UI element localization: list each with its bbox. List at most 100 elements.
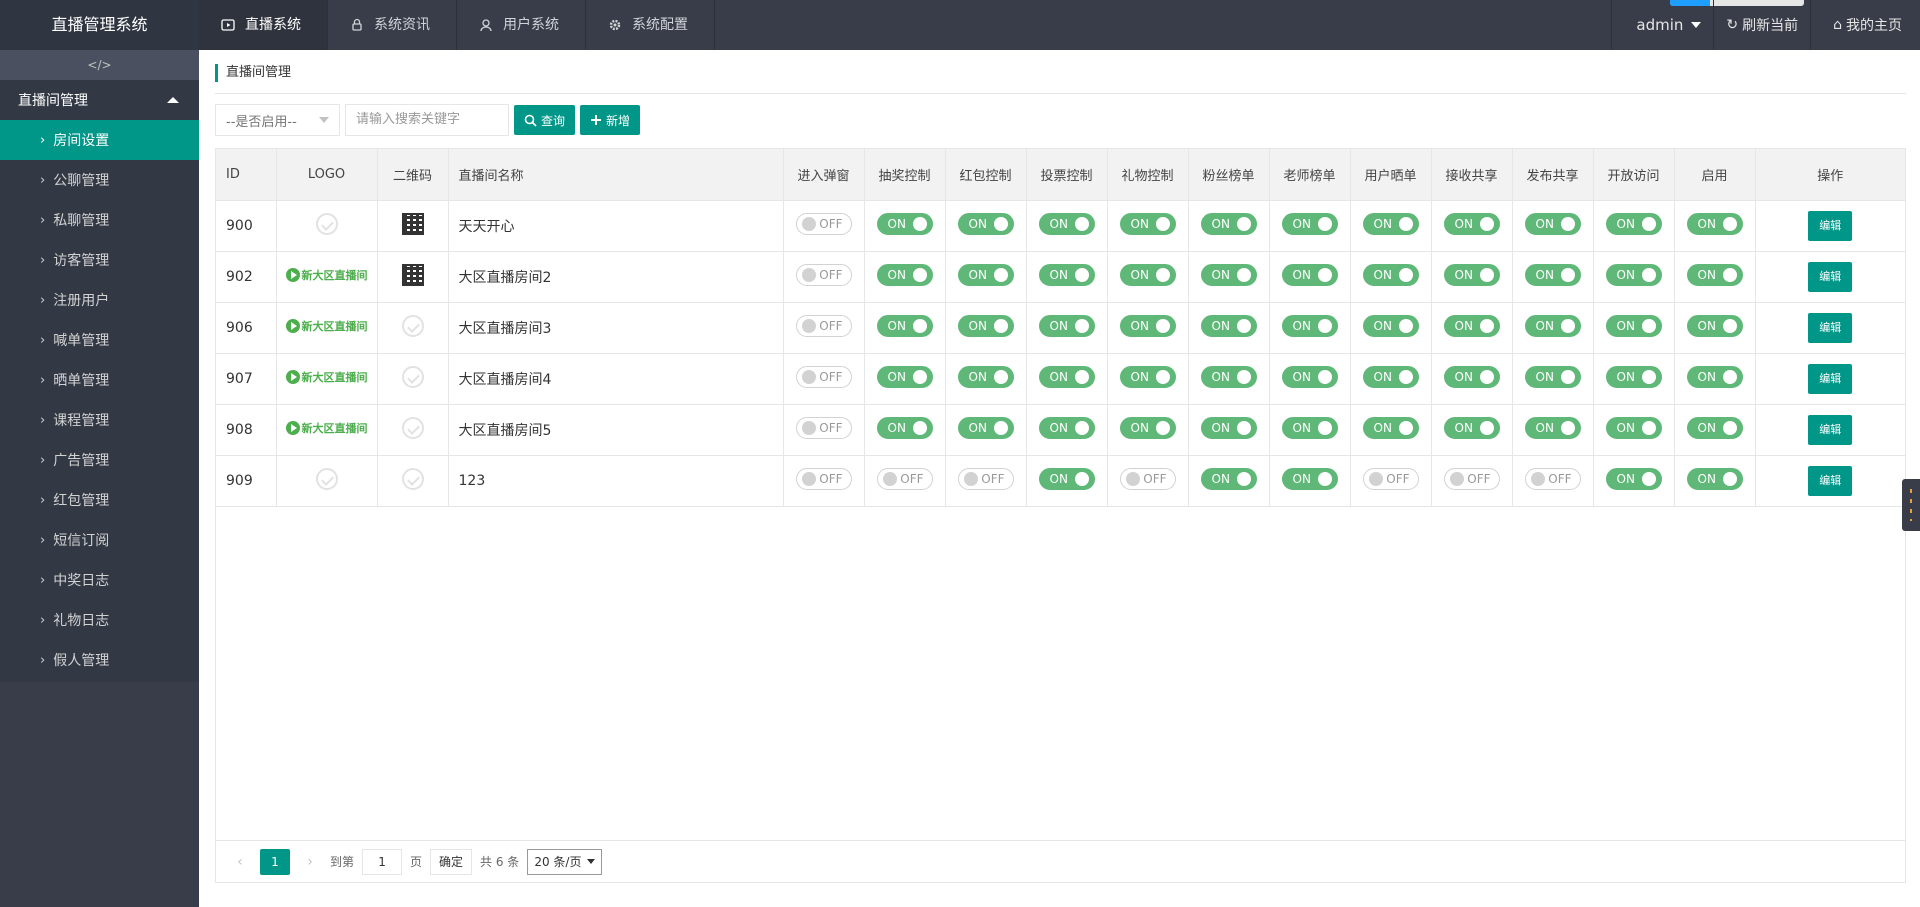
toggle-switch[interactable]: ON bbox=[1281, 212, 1338, 235]
toggle-switch[interactable]: ON bbox=[1281, 365, 1338, 388]
toggle-switch[interactable]: ON bbox=[1686, 365, 1743, 388]
toggle-switch[interactable]: ON bbox=[1038, 365, 1095, 388]
status-select[interactable]: --是否启用-- bbox=[215, 104, 340, 136]
toggle-switch[interactable]: ON bbox=[1038, 314, 1095, 337]
toggle-switch[interactable]: OFF bbox=[795, 416, 852, 439]
edit-button[interactable]: 编辑 bbox=[1808, 363, 1853, 394]
toggle-switch[interactable]: OFF bbox=[1119, 467, 1176, 490]
toggle-switch[interactable]: OFF bbox=[795, 212, 852, 235]
floating-scroll-handle[interactable] bbox=[1902, 479, 1920, 531]
edit-button[interactable]: 编辑 bbox=[1808, 414, 1853, 445]
home-button[interactable]: ⌂ 我的主页 bbox=[1810, 0, 1920, 50]
sidebar-item[interactable]: › 公聊管理 bbox=[0, 160, 199, 200]
toggle-switch[interactable]: ON bbox=[1605, 212, 1662, 235]
sidebar-item[interactable]: › 短信订阅 bbox=[0, 520, 199, 560]
edit-button[interactable]: 编辑 bbox=[1808, 210, 1853, 241]
topnav-live[interactable]: 直播系统 bbox=[199, 0, 328, 50]
toggle-switch[interactable]: ON bbox=[1686, 467, 1743, 490]
toggle-switch[interactable]: ON bbox=[1686, 263, 1743, 286]
sidebar-item[interactable]: › 晒单管理 bbox=[0, 360, 199, 400]
toggle-switch[interactable]: ON bbox=[1362, 416, 1419, 439]
toggle-switch[interactable]: ON bbox=[876, 263, 933, 286]
toggle-switch[interactable]: ON bbox=[1362, 365, 1419, 388]
toggle-switch[interactable]: OFF bbox=[795, 467, 852, 490]
toggle-switch[interactable]: OFF bbox=[795, 314, 852, 337]
edit-button[interactable]: 编辑 bbox=[1808, 465, 1853, 496]
toggle-switch[interactable]: ON bbox=[1524, 212, 1581, 235]
search-input[interactable]: 请输入搜索关键字 bbox=[345, 104, 509, 136]
toggle-switch[interactable]: ON bbox=[1119, 365, 1176, 388]
page-input[interactable]: 1 bbox=[362, 848, 403, 875]
sidebar-item[interactable]: › 私聊管理 bbox=[0, 200, 199, 240]
sidebar-item[interactable]: › 课程管理 bbox=[0, 400, 199, 440]
toggle-switch[interactable]: ON bbox=[1362, 314, 1419, 337]
toggle-switch[interactable]: ON bbox=[1038, 212, 1095, 235]
sidebar-item[interactable]: › 中奖日志 bbox=[0, 560, 199, 600]
toggle-switch[interactable]: ON bbox=[1605, 365, 1662, 388]
toggle-switch[interactable]: ON bbox=[1605, 314, 1662, 337]
user-menu[interactable]: admin bbox=[1611, 0, 1713, 50]
toggle-switch[interactable]: ON bbox=[1443, 212, 1500, 235]
toggle-switch[interactable]: ON bbox=[1524, 314, 1581, 337]
toggle-switch[interactable]: ON bbox=[1119, 416, 1176, 439]
refresh-button[interactable]: ↻ 刷新当前 bbox=[1713, 0, 1810, 50]
toggle-switch[interactable]: OFF bbox=[957, 467, 1014, 490]
toggle-switch[interactable]: ON bbox=[957, 263, 1014, 286]
toggle-switch[interactable]: ON bbox=[876, 365, 933, 388]
confirm-button[interactable]: 确定 bbox=[430, 848, 473, 875]
current-page[interactable]: 1 bbox=[260, 848, 290, 875]
sidebar-item[interactable]: › 房间设置 bbox=[0, 120, 199, 160]
toggle-switch[interactable]: ON bbox=[1605, 416, 1662, 439]
toggle-switch[interactable]: ON bbox=[1038, 263, 1095, 286]
toggle-switch[interactable]: ON bbox=[957, 365, 1014, 388]
toggle-switch[interactable]: ON bbox=[1119, 263, 1176, 286]
toggle-switch[interactable]: OFF bbox=[1524, 467, 1581, 490]
sidebar-item[interactable]: › 红包管理 bbox=[0, 480, 199, 520]
toggle-switch[interactable]: ON bbox=[1038, 416, 1095, 439]
toggle-switch[interactable]: ON bbox=[1524, 365, 1581, 388]
toggle-switch[interactable]: ON bbox=[1200, 212, 1257, 235]
topnav-users[interactable]: 用户系统 bbox=[457, 0, 586, 50]
add-button[interactable]: 新增 bbox=[580, 105, 641, 135]
toggle-switch[interactable]: ON bbox=[1524, 263, 1581, 286]
toggle-switch[interactable]: ON bbox=[1362, 263, 1419, 286]
sidebar-item[interactable]: › 假人管理 bbox=[0, 640, 199, 680]
sidebar-item[interactable]: › 注册用户 bbox=[0, 280, 199, 320]
sidebar-item[interactable]: › 广告管理 bbox=[0, 440, 199, 480]
toggle-switch[interactable]: OFF bbox=[1443, 467, 1500, 490]
query-button[interactable]: 查询 bbox=[514, 105, 576, 135]
toggle-switch[interactable]: ON bbox=[1281, 263, 1338, 286]
toggle-switch[interactable]: ON bbox=[1281, 416, 1338, 439]
toggle-switch[interactable]: ON bbox=[1119, 212, 1176, 235]
toggle-switch[interactable]: ON bbox=[1443, 263, 1500, 286]
toggle-switch[interactable]: ON bbox=[1038, 467, 1095, 490]
toggle-switch[interactable]: ON bbox=[1200, 263, 1257, 286]
toggle-switch[interactable]: ON bbox=[1200, 467, 1257, 490]
toggle-switch[interactable]: ON bbox=[876, 314, 933, 337]
toggle-switch[interactable]: ON bbox=[876, 416, 933, 439]
sidebar-group-header[interactable]: 直播间管理 bbox=[0, 80, 199, 120]
topnav-config[interactable]: 系统配置 bbox=[586, 0, 715, 50]
edit-button[interactable]: 编辑 bbox=[1808, 312, 1853, 343]
toggle-switch[interactable]: OFF bbox=[795, 263, 852, 286]
topnav-news[interactable]: 系统资讯 bbox=[328, 0, 457, 50]
toggle-switch[interactable]: ON bbox=[1686, 416, 1743, 439]
toggle-switch[interactable]: ON bbox=[1443, 314, 1500, 337]
page-size-select[interactable]: 20 条/页 bbox=[527, 848, 603, 875]
edit-button[interactable]: 编辑 bbox=[1808, 261, 1853, 292]
toggle-switch[interactable]: ON bbox=[1281, 314, 1338, 337]
toggle-switch[interactable]: ON bbox=[1443, 365, 1500, 388]
toggle-switch[interactable]: ON bbox=[1119, 314, 1176, 337]
toggle-switch[interactable]: ON bbox=[1605, 467, 1662, 490]
prev-page-button[interactable]: ‹ bbox=[228, 854, 252, 870]
toggle-switch[interactable]: ON bbox=[957, 314, 1014, 337]
toggle-switch[interactable]: ON bbox=[1605, 263, 1662, 286]
toggle-switch[interactable]: ON bbox=[1443, 416, 1500, 439]
toggle-switch[interactable]: ON bbox=[1200, 365, 1257, 388]
sidebar-shrink-button[interactable]: </> bbox=[0, 50, 199, 80]
sidebar-item[interactable]: › 喊单管理 bbox=[0, 320, 199, 360]
toggle-switch[interactable]: OFF bbox=[795, 365, 852, 388]
toggle-switch[interactable]: ON bbox=[1362, 212, 1419, 235]
toggle-switch[interactable]: ON bbox=[1524, 416, 1581, 439]
toggle-switch[interactable]: ON bbox=[1281, 467, 1338, 490]
